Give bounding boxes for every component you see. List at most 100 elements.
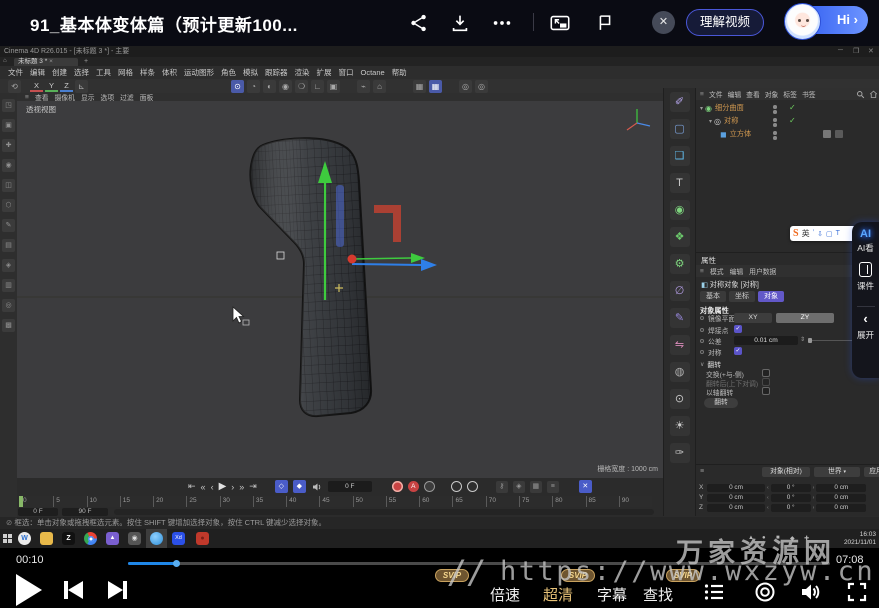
render-region-icon[interactable]: ◔: [247, 80, 260, 93]
new-tab-icon[interactable]: +: [84, 58, 88, 65]
ai-logo-icon[interactable]: AI: [860, 228, 871, 240]
viewport-menu-icon[interactable]: ≡: [25, 94, 29, 101]
spline-mask-icon[interactable]: ∅: [670, 281, 690, 301]
volume-icon[interactable]: [798, 580, 822, 604]
scale-y-field[interactable]: 0 cm: [816, 494, 866, 502]
coordinate-system-icon[interactable]: ⊾: [75, 80, 88, 93]
object-tag-icon[interactable]: [835, 130, 843, 138]
play-icon[interactable]: [16, 574, 42, 606]
workplane-icon[interactable]: ▣: [327, 80, 340, 93]
tray-icon[interactable]: ◆: [790, 535, 795, 542]
prev-frame-icon[interactable]: ‹: [211, 482, 214, 492]
mini-window-icon[interactable]: [594, 12, 616, 34]
phong-tag-icon[interactable]: [823, 130, 831, 138]
grid-snap-icon[interactable]: ▦: [429, 80, 442, 93]
start-icon[interactable]: [3, 534, 12, 543]
mode-icon[interactable]: ▩: [2, 319, 15, 332]
object-row-cube[interactable]: ◼立方体: [720, 128, 751, 140]
object-row-subdivision[interactable]: ▾◉细分曲面: [700, 102, 744, 114]
om-menu-item[interactable]: 标签: [783, 89, 797, 99]
c4d-menu-item[interactable]: 编辑: [30, 67, 45, 78]
c4d-menu-item[interactable]: 创建: [52, 67, 67, 78]
c4d-menu-item[interactable]: 文件: [8, 67, 23, 78]
keyframe-pla-icon[interactable]: [467, 481, 478, 492]
om-menu-item[interactable]: 书签: [802, 89, 816, 99]
record-scale-icon[interactable]: [424, 481, 435, 492]
subdivision-icon[interactable]: ◉: [670, 200, 690, 220]
c4d-menu-item[interactable]: 选择: [74, 67, 89, 78]
pip-icon[interactable]: [549, 12, 571, 34]
light-icon[interactable]: ☀: [670, 416, 690, 436]
home-icon[interactable]: ⌂: [3, 58, 7, 64]
undo-icon[interactable]: ⟲: [8, 80, 21, 93]
tab-coordinates[interactable]: 坐标: [729, 291, 755, 302]
tab-basic[interactable]: 基本: [700, 291, 726, 302]
next-icon[interactable]: [108, 581, 127, 599]
mode-icon[interactable]: ✎: [2, 219, 15, 232]
mode-icon[interactable]: ✚: [2, 139, 15, 152]
timeline-ruler[interactable]: 051015202530354045505560657075808590: [20, 496, 652, 507]
axis-z-button[interactable]: Z: [60, 81, 73, 92]
om-menu-item[interactable]: 编辑: [728, 89, 742, 99]
mode-icon[interactable]: ⬡: [2, 199, 15, 212]
close-icon[interactable]: ✕: [652, 11, 675, 34]
timeline-scrollbar[interactable]: [114, 509, 654, 515]
material-icon[interactable]: ◉: [279, 80, 292, 93]
symmetry-checkbox[interactable]: ✓: [734, 347, 742, 355]
go-start-icon[interactable]: ⇤: [188, 481, 196, 492]
subtitle-button[interactable]: 字幕: [597, 584, 627, 605]
expand-label[interactable]: 展开: [857, 329, 874, 341]
c4d-menu-item[interactable]: 模拟: [243, 67, 258, 78]
frame-start-field[interactable]: 0 F: [18, 508, 58, 516]
quantize-icon[interactable]: ⌂: [373, 80, 386, 93]
prev-key-icon[interactable]: «: [201, 482, 206, 492]
c4d-menu-item[interactable]: 窗口: [339, 67, 354, 78]
gizmo-plane-handle-blue[interactable]: [336, 185, 344, 247]
keyframe-selection-icon[interactable]: [451, 481, 462, 492]
symmetry-icon[interactable]: ⇋: [670, 335, 690, 355]
flip-section-row[interactable]: ∨翻转: [700, 359, 721, 369]
flip-button[interactable]: 翻转: [704, 398, 738, 408]
c4d-menu-item[interactable]: 网格: [118, 67, 133, 78]
flip-checkbox[interactable]: ✓: [762, 369, 770, 377]
visibility-dots[interactable]: [773, 118, 777, 128]
lock-icon[interactable]: ◎: [475, 80, 488, 93]
input-punct-icon[interactable]: ʼ: [813, 230, 815, 237]
gizmo-axis-green[interactable]: [352, 258, 411, 259]
snap-icon[interactable]: ⌁: [357, 80, 370, 93]
shader-icon[interactable]: ❍: [295, 80, 308, 93]
courseware-icon[interactable]: [859, 262, 872, 277]
record-auto-icon[interactable]: A: [408, 481, 419, 492]
rot-x-field[interactable]: 0 °: [771, 484, 811, 492]
tray-icon[interactable]: ●: [762, 535, 766, 541]
render-settings-icon[interactable]: ◐: [263, 80, 276, 93]
c4d-menu-item[interactable]: 运动图形: [184, 67, 214, 78]
space-dropdown[interactable]: 世界 ▾: [814, 467, 860, 477]
input-board-icon[interactable]: ▢: [826, 230, 833, 238]
attr-menu-item[interactable]: 编辑: [730, 266, 744, 276]
input-tool-icon[interactable]: T: [836, 230, 840, 237]
mirror-xy-button[interactable]: XY: [734, 313, 772, 323]
gizmo-center[interactable]: [348, 255, 357, 264]
enabled-check-icon[interactable]: ✓: [789, 103, 796, 112]
find-button[interactable]: 查找: [643, 584, 673, 605]
visibility-dots[interactable]: [773, 105, 777, 115]
adobe-icon[interactable]: ●: [196, 532, 209, 545]
attr-menu-item[interactable]: 用户数据: [749, 266, 776, 276]
more-icon[interactable]: [491, 12, 513, 34]
grid-icon[interactable]: ▦: [413, 80, 426, 93]
mode-icon[interactable]: ◎: [2, 299, 15, 312]
taskbar-clock[interactable]: 16:03 2021/11/01: [844, 531, 876, 546]
speed-button[interactable]: 倍速: [490, 584, 520, 605]
understand-video-button[interactable]: 理解视频: [686, 9, 764, 36]
mode-icon[interactable]: ▤: [2, 239, 15, 252]
gizmo-plane-handle-red[interactable]: [374, 205, 401, 242]
record-keyframe-icon[interactable]: ◇: [275, 480, 288, 493]
capcut-icon[interactable]: Z: [62, 532, 75, 545]
fullscreen-icon[interactable]: [845, 580, 869, 604]
record-icon[interactable]: [753, 580, 777, 604]
tray-chevron-icon[interactable]: ▲: [748, 535, 754, 541]
c4d-icon[interactable]: [150, 532, 163, 545]
c4d-menu-item[interactable]: Octane: [361, 68, 385, 77]
timeline-option-icon[interactable]: ≡: [547, 481, 559, 493]
